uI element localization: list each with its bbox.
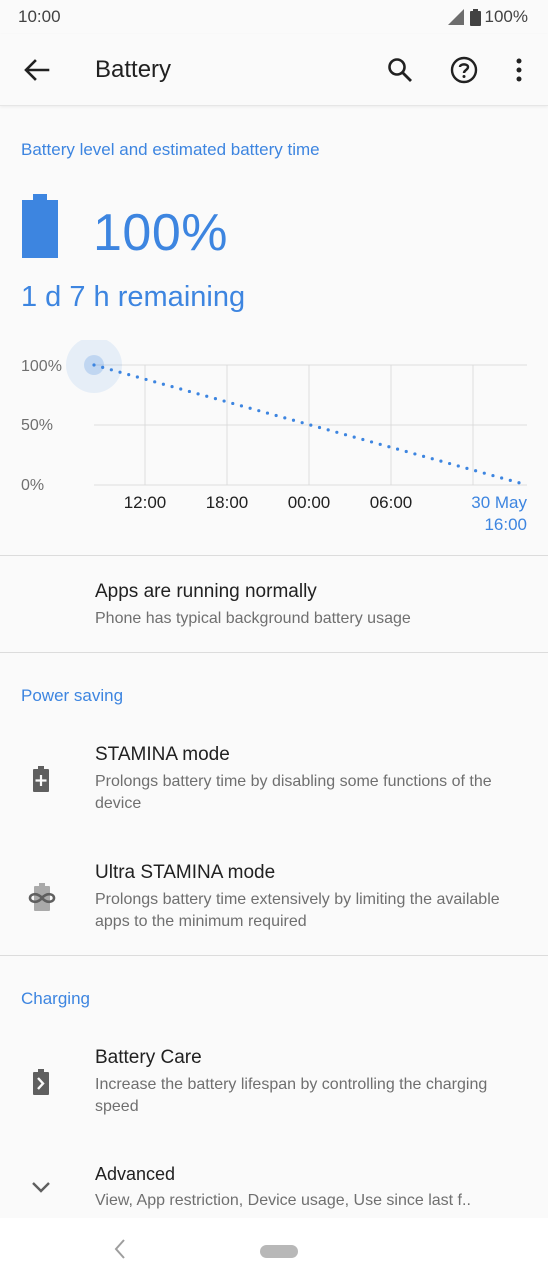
app-bar: Battery (0, 34, 548, 106)
help-icon (450, 56, 478, 84)
battery-section-header: Battery level and estimated battery time (21, 140, 320, 159)
battery-infinity-icon (25, 882, 59, 912)
status-bar: 10:00 100% (0, 0, 548, 34)
x-tick-label: 00:00 (288, 493, 331, 512)
search-icon (388, 58, 412, 82)
advanced-subtitle: View, App restriction, Device usage, Use… (95, 1192, 471, 1209)
help-button[interactable] (440, 46, 488, 94)
apps-status-row[interactable] (0, 560, 548, 650)
status-icons: 100% (447, 7, 528, 27)
more-vert-icon (516, 58, 522, 82)
divider (0, 955, 548, 956)
x-tick-label: 18:00 (206, 493, 249, 512)
ultra-stamina-mode-subtitle: Prolongs battery time extensively by lim… (95, 891, 500, 930)
y-tick-label: 0% (21, 477, 44, 494)
navigation-bar (0, 1218, 548, 1282)
nav-back-icon (114, 1239, 125, 1259)
x-tick-label: 12:00 (124, 493, 167, 512)
stamina-mode-title: STAMINA mode (95, 744, 230, 765)
battery-percentage: 100% (93, 204, 228, 262)
chart-end-date-label: 30 May (471, 493, 527, 512)
battery-care-icon (26, 1067, 56, 1097)
x-tick-label: 06:00 (370, 493, 413, 512)
battery-remaining-time: 1 d 7 h remaining (21, 281, 246, 313)
signal-icon (447, 9, 464, 25)
status-time: 10:00 (18, 7, 61, 26)
nav-back-button[interactable] (112, 1236, 128, 1267)
divider (0, 652, 548, 653)
battery-level-icon (22, 194, 58, 258)
status-battery-text: 100% (484, 7, 528, 26)
chart-end-time-label: 16:00 (484, 515, 527, 534)
chevron-down-icon (26, 1172, 56, 1202)
stamina-mode-subtitle: Prolongs battery time by disabling some … (95, 773, 492, 812)
charging-header: Charging (21, 989, 90, 1008)
ultra-stamina-mode-title: Ultra STAMINA mode (95, 862, 276, 883)
nav-home-button[interactable] (260, 1245, 298, 1258)
search-button[interactable] (376, 46, 424, 94)
y-tick-label: 100% (21, 358, 62, 375)
battery-care-title: Battery Care (95, 1047, 202, 1068)
apps-status-title: Apps are running normally (95, 581, 317, 602)
apps-status-subtitle: Phone has typical background battery usa… (95, 610, 411, 627)
battery-status-icon (469, 8, 481, 26)
advanced-title: Advanced (95, 1164, 176, 1184)
page-title: Battery (95, 56, 172, 83)
divider (0, 555, 548, 556)
back-arrow-icon (24, 59, 50, 81)
more-options-button[interactable] (495, 46, 543, 94)
battery-plus-icon (26, 764, 56, 794)
power-saving-header: Power saving (21, 686, 124, 705)
chart-series (66, 340, 529, 487)
battery-care-subtitle: Increase the battery lifespan by control… (95, 1076, 488, 1115)
battery-usage-chart: 100% 50% 0% 12:00 18:00 00:00 06:00 30 M… (21, 340, 529, 534)
y-tick-label: 50% (21, 417, 53, 434)
back-button[interactable] (13, 46, 61, 94)
